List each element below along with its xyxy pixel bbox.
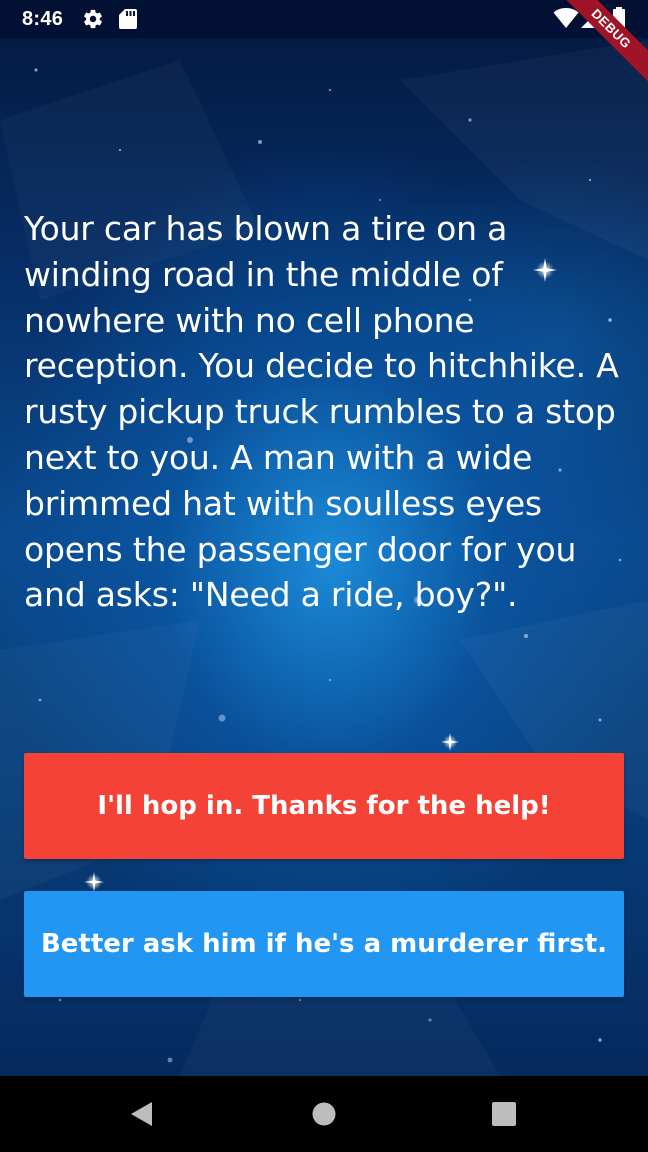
status-bar: 8:46: [0, 0, 648, 38]
choice-1-button[interactable]: I'll hop in. Thanks for the help!: [24, 753, 624, 859]
story-text: Your car has blown a tire on a winding r…: [24, 209, 619, 615]
choice-2-button[interactable]: Better ask him if he's a murderer first.: [24, 891, 624, 997]
sd-card-icon: [119, 9, 137, 29]
navigation-bar: [0, 1076, 648, 1152]
gear-icon: [84, 9, 102, 29]
status-time: 8:46: [22, 8, 64, 30]
home-icon[interactable]: [310, 1100, 338, 1128]
back-icon[interactable]: [128, 1100, 156, 1128]
wifi-icon: [553, 8, 579, 28]
app-screen: 8:46 DEBUG Your car has blown a tire on …: [0, 0, 648, 1152]
recents-icon[interactable]: [490, 1100, 518, 1128]
